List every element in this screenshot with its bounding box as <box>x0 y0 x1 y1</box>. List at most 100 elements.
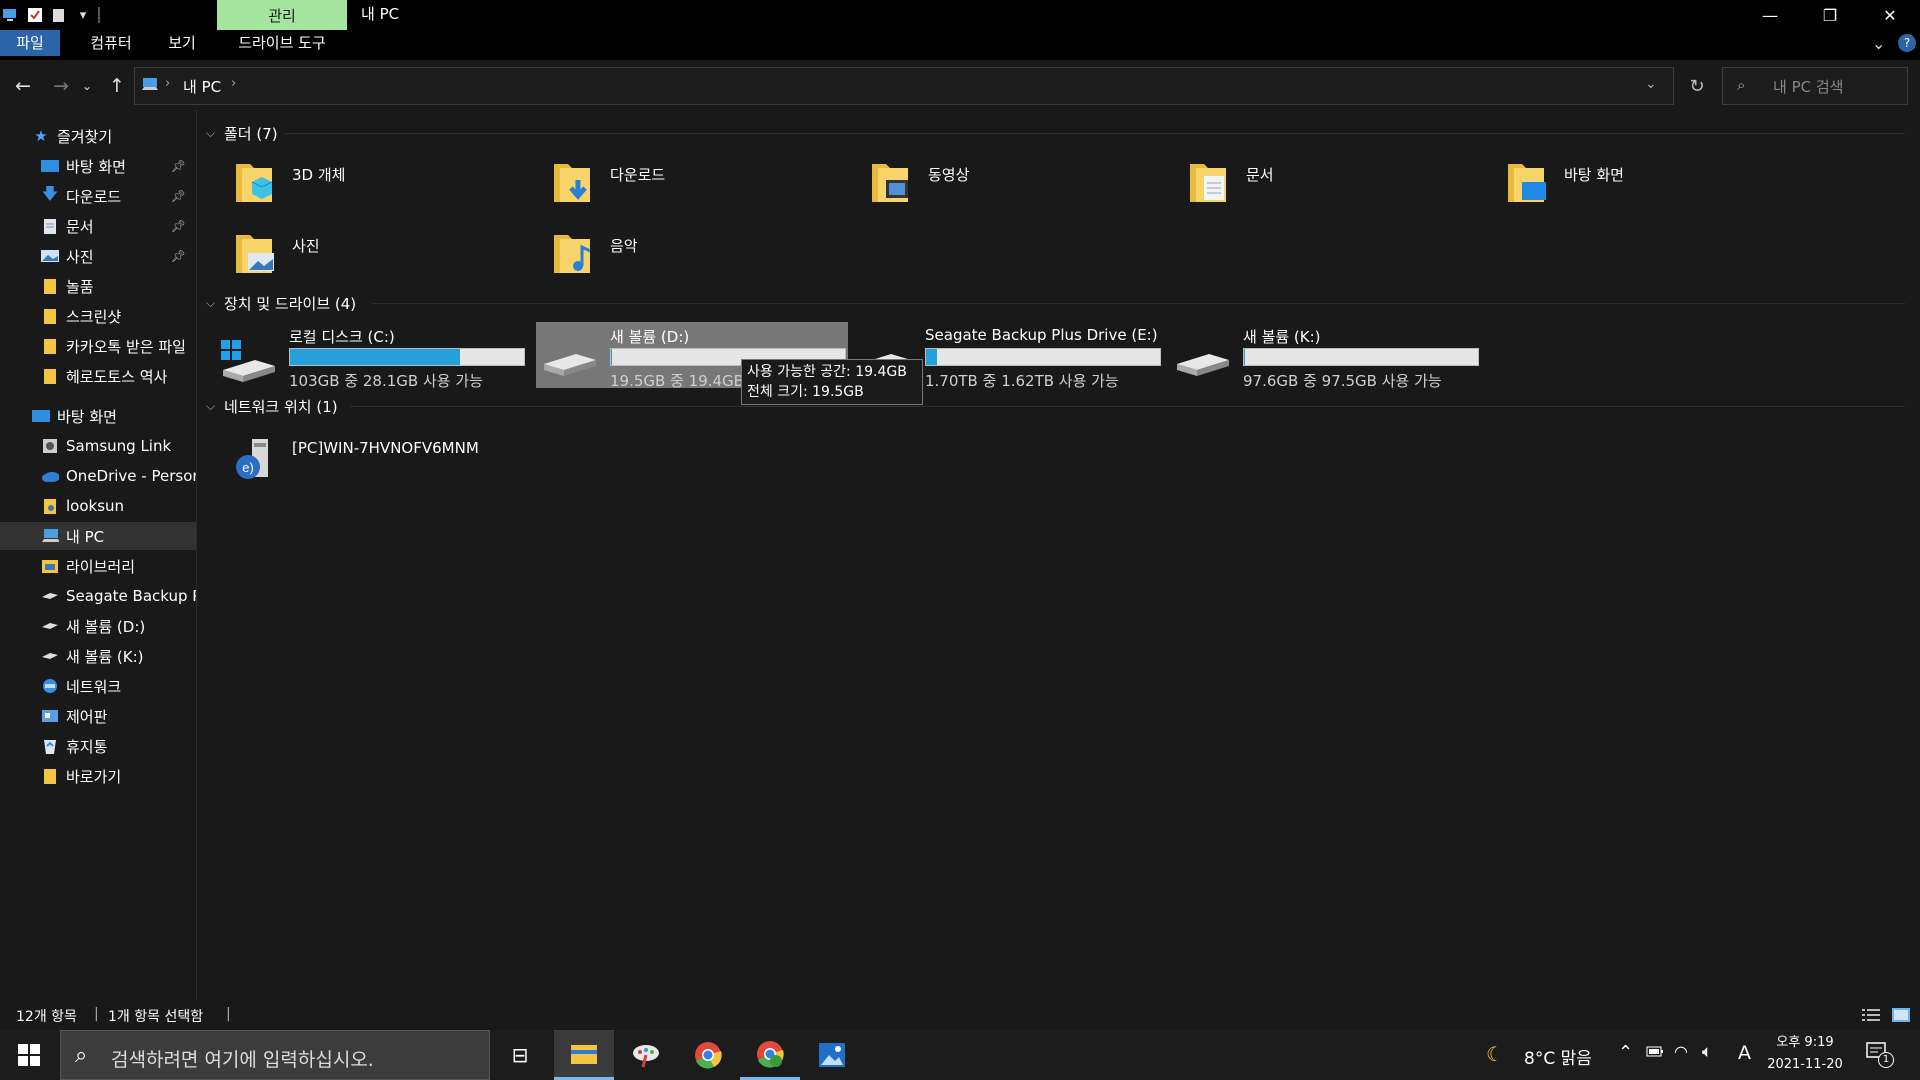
this-pc-app-icon[interactable] <box>2 6 20 24</box>
sidebar-quick-access[interactable]: ★ 즐겨찾기 <box>0 122 196 150</box>
sidebar-item-samsung-link[interactable]: Samsung Link <box>0 432 196 460</box>
forward-arrow-icon[interactable]: → <box>48 74 74 98</box>
up-arrow-icon[interactable]: ↑ <box>104 74 130 98</box>
sidebar-item-label: 사진 <box>66 247 94 266</box>
taskbar-search-box[interactable]: ⌕ 검색하려면 여기에 입력하십시오. <box>60 1030 490 1080</box>
folder-tile-documents[interactable]: 문서 <box>1164 150 1464 212</box>
folder-tile-desktop[interactable]: 바탕 화면 <box>1482 150 1782 212</box>
group-header-network[interactable]: ⌵ 네트워크 위치 (1) <box>206 393 338 419</box>
taskbar-app-paint[interactable] <box>616 1030 676 1080</box>
sidebar-item-pictures[interactable]: 사진 📌︎ <box>0 242 196 270</box>
customize-qat-chevron-icon[interactable]: ▾ <box>74 6 92 24</box>
recycle-bin-icon <box>41 737 59 755</box>
refresh-icon[interactable]: ↻ <box>1678 67 1716 105</box>
sidebar-item-documents[interactable]: 문서 📌︎ <box>0 212 196 240</box>
pin-icon[interactable]: 📌︎ <box>171 159 186 173</box>
notification-count-badge: 1 <box>1878 1052 1894 1068</box>
close-button[interactable]: ✕ <box>1860 0 1920 30</box>
sidebar-item-folder[interactable]: 헤로도토스 역사 <box>0 362 196 390</box>
pin-icon[interactable]: 📌︎ <box>171 219 186 233</box>
3d-objects-folder-icon <box>236 164 273 202</box>
folder-tile-pictures[interactable]: 사진 <box>210 221 510 283</box>
start-button[interactable] <box>0 1030 58 1080</box>
drive-tile-c[interactable]: 로컬 디스크 (C:) 103GB 중 28.1GB 사용 가능 <box>215 322 527 390</box>
sidebar-item-volume-d[interactable]: 새 볼륨 (D:) <box>0 612 196 640</box>
expand-ribbon-chevron-icon[interactable]: ⌄ <box>1872 34 1885 53</box>
tab-drive-tools[interactable]: 드라이브 도구 <box>222 30 342 56</box>
tab-computer[interactable]: 컴퓨터 <box>78 30 144 56</box>
pane-divider[interactable] <box>196 110 197 1000</box>
taskbar-app-file-explorer[interactable] <box>554 1030 614 1080</box>
sidebar-item-folder[interactable]: 스크린샷 <box>0 302 196 330</box>
sidebar-item-shortcuts[interactable]: 바로가기 <box>0 762 196 790</box>
taskbar-app-chrome-profile[interactable] <box>740 1030 800 1080</box>
breadcrumb-this-pc[interactable]: 내 PC <box>183 76 221 97</box>
status-bar: 12개 항목 | 1개 항목 선택함 | <box>0 1000 1920 1030</box>
folder-tile-downloads[interactable]: 다운로드 <box>528 150 828 212</box>
pin-icon[interactable]: 📌︎ <box>171 189 186 203</box>
folder-tile-3d-objects[interactable]: 3D 개체 <box>210 150 510 212</box>
weather-text[interactable]: 8°C 맑음 <box>1524 1044 1592 1069</box>
search-box[interactable]: ⌕ 내 PC 검색 <box>1722 67 1908 105</box>
group-header-folders[interactable]: ⌵ 폴더 (7) <box>206 120 278 146</box>
weather-moon-icon[interactable]: ☾ <box>1486 1042 1504 1066</box>
minimize-button[interactable]: — <box>1740 0 1800 30</box>
group-title: 네트워크 위치 (1) <box>224 397 338 416</box>
new-folder-icon[interactable] <box>50 6 68 24</box>
contextual-tab-manage[interactable]: 관리 <box>217 0 347 30</box>
folder-tile-videos[interactable]: 동영상 <box>846 150 1146 212</box>
drive-icon <box>544 354 596 376</box>
sidebar-item-user-folder[interactable]: looksun <box>0 492 196 520</box>
help-icon[interactable]: ? <box>1898 34 1916 52</box>
drive-usage-bar <box>1243 348 1479 366</box>
network-location-tile[interactable]: e) [PC]WIN-7HVNOFV6MNM <box>210 425 510 487</box>
show-hidden-icons-chevron-icon[interactable]: ⌃ <box>1618 1042 1633 1063</box>
properties-icon[interactable] <box>26 6 44 24</box>
drive-tile-k[interactable]: 새 볼륨 (K:) 97.6GB 중 97.5GB 사용 가능 <box>1169 322 1481 390</box>
chevron-down-icon: ⌵ <box>206 398 216 413</box>
action-center-button[interactable]: 1 <box>1866 1042 1896 1070</box>
folder-tile-music[interactable]: 음악 <box>528 221 828 283</box>
group-header-drives[interactable]: ⌵ 장치 및 드라이브 (4) <box>206 290 356 316</box>
sidebar-item-folder[interactable]: 카카오톡 받은 파일 <box>0 332 196 360</box>
selected-count: 1개 항목 선택함 <box>108 1009 204 1025</box>
volume-icon[interactable]: 🔈︎ <box>1702 1042 1712 1062</box>
back-arrow-icon[interactable]: ← <box>10 74 36 98</box>
breadcrumb-chevron-icon[interactable]: › <box>231 76 236 91</box>
recent-locations-chevron-icon[interactable]: ⌄ <box>80 74 94 98</box>
sidebar-item-volume-k[interactable]: 새 볼륨 (K:) <box>0 642 196 670</box>
battery-icon[interactable] <box>1646 1044 1664 1062</box>
ime-indicator[interactable]: A <box>1738 1042 1751 1064</box>
sidebar-item-downloads[interactable]: 🡇 다운로드 📌︎ <box>0 182 196 210</box>
search-icon: ⌕ <box>1737 76 1746 94</box>
details-view-icon[interactable] <box>1862 1008 1880 1026</box>
navigation-bar: ← → ⌄ ↑ › 내 PC › ⌄ ↻ ⌕ 내 PC 검색 <box>0 60 1920 110</box>
large-icons-view-icon[interactable] <box>1892 1008 1910 1026</box>
address-bar[interactable]: › 내 PC › ⌄ <box>134 67 1674 105</box>
sidebar-item-network[interactable]: 네트워크 <box>0 672 196 700</box>
address-history-chevron-icon[interactable]: ⌄ <box>1645 76 1657 92</box>
sidebar-item-desktop-root[interactable]: 바탕 화면 <box>0 402 196 430</box>
pin-icon[interactable]: 📌︎ <box>171 249 186 263</box>
sidebar-item-folder[interactable]: 놀품 <box>0 272 196 300</box>
sidebar-item-this-pc[interactable]: 내 PC <box>0 522 196 550</box>
sidebar-item-control-panel[interactable]: 제어판 <box>0 702 196 730</box>
taskbar-app-photos[interactable] <box>802 1030 862 1080</box>
restore-button[interactable]: ❐ <box>1800 0 1860 30</box>
drive-usage-bar <box>925 348 1161 366</box>
wifi-icon[interactable]: ◠ <box>1674 1042 1688 1061</box>
sidebar-item-library[interactable]: 라이브러리 <box>0 552 196 580</box>
tab-file[interactable]: 파일 <box>0 30 60 56</box>
taskbar-app-chrome[interactable] <box>678 1030 738 1080</box>
clock[interactable]: 오후 9:19 2021-11-20 <box>1764 1032 1846 1076</box>
tooltip-total-size: 전체 크기: 19.5GB <box>747 384 864 400</box>
group-divider <box>285 133 1905 134</box>
tile-label: 다운로드 <box>610 166 666 184</box>
sidebar-item-desktop[interactable]: 바탕 화면 📌︎ <box>0 152 196 180</box>
sidebar-item-seagate[interactable]: Seagate Backup Plu <box>0 582 196 610</box>
task-view-icon[interactable]: ⊟ <box>496 1030 544 1080</box>
taskbar: ⌕ 검색하려면 여기에 입력하십시오. ⊟ ☾ 8°C 맑음 ⌃ ◠ 🔈︎ A … <box>0 1030 1920 1080</box>
sidebar-item-onedrive[interactable]: OneDrive - Persona <box>0 462 196 490</box>
tab-view[interactable]: 보기 <box>160 30 204 56</box>
sidebar-item-recycle-bin[interactable]: 휴지통 <box>0 732 196 760</box>
